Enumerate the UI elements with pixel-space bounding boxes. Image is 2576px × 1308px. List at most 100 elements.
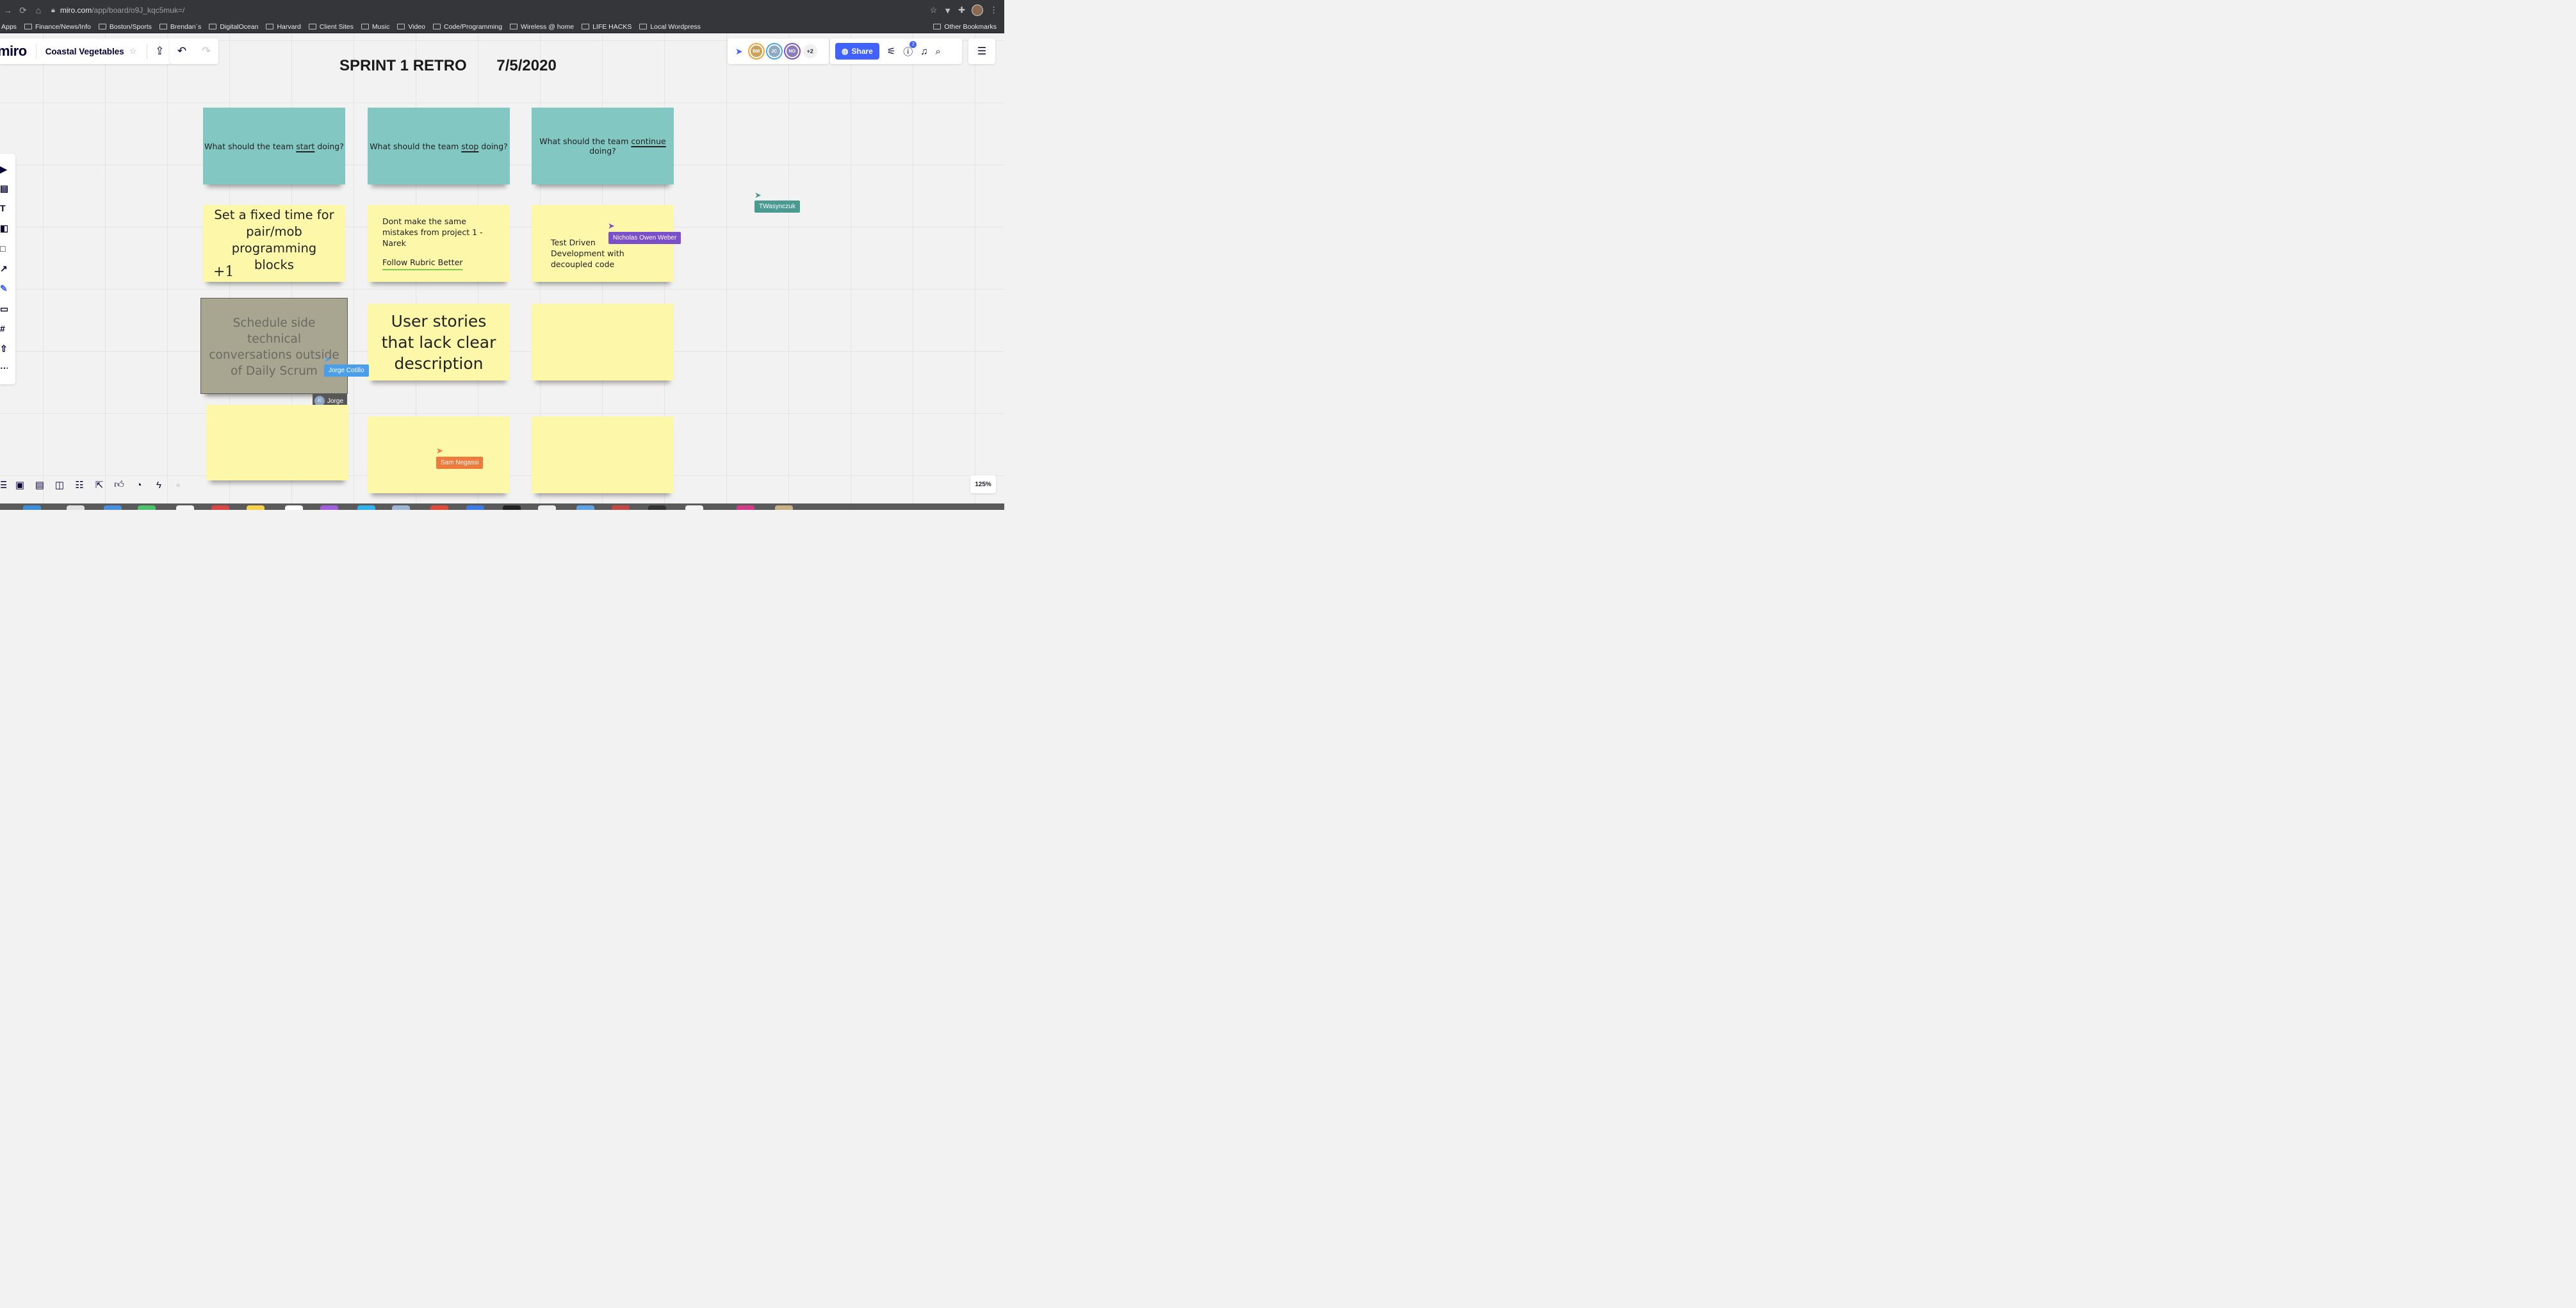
dock-app-icon[interactable]: [104, 505, 122, 510]
help-icon[interactable]: ⓘ 2: [903, 40, 917, 58]
bookmark-label: Harvard: [277, 22, 301, 31]
bookmark-star-icon[interactable]: ☆: [930, 5, 938, 15]
notes-icon[interactable]: ☰: [968, 38, 995, 64]
shape-icon[interactable]: □: [0, 243, 8, 254]
dock-app-icon[interactable]: [648, 505, 666, 510]
url-field[interactable]: 🔒︎ miro.com/app/board/o9J_kqc5muk=/: [51, 3, 930, 18]
upload-icon[interactable]: ⇧: [0, 343, 8, 354]
bookmark-folder[interactable]: Code/Programming: [433, 23, 502, 31]
export-icon[interactable]: ⇪: [147, 38, 172, 64]
bookmark-label: Code/Programming: [444, 22, 503, 31]
dock-app-icon[interactable]: [211, 505, 229, 510]
frame-icon[interactable]: #: [0, 323, 8, 334]
url-host: miro.com: [60, 6, 92, 15]
dock-app-icon[interactable]: [320, 505, 338, 510]
share-button[interactable]: ◍ Share: [835, 43, 879, 60]
select-icon[interactable]: ▶: [0, 164, 8, 175]
dock-app-icon[interactable]: [775, 505, 793, 510]
search-icon[interactable]: ⌕: [936, 46, 941, 57]
avatar[interactable]: BM: [749, 44, 763, 58]
bookmark-folder[interactable]: Local Wordpress: [639, 23, 701, 31]
miro-logo[interactable]: miro: [0, 43, 36, 60]
board-menu-icon[interactable]: ☰: [0, 479, 6, 491]
bookmark-folder[interactable]: Music: [361, 23, 389, 31]
avatar[interactable]: JC: [767, 44, 781, 58]
empty-sticky-note[interactable]: [532, 304, 674, 380]
reload-icon[interactable]: ⟳: [15, 5, 31, 16]
dock-app-icon[interactable]: [357, 505, 375, 510]
sticky-note[interactable]: User stories that lack clear description: [368, 304, 510, 380]
dock-app-icon[interactable]: [67, 505, 85, 510]
avatar[interactable]: NO: [785, 44, 799, 58]
bookmark-folder[interactable]: Finance/News/Info: [24, 23, 91, 31]
bookmark-folder[interactable]: DigitalOcean: [209, 23, 258, 31]
dock-app-icon[interactable]: [685, 505, 703, 510]
empty-sticky-note[interactable]: [206, 405, 348, 480]
dock-app-icon[interactable]: [430, 505, 448, 510]
dock-app-icon[interactable]: [176, 505, 194, 510]
pen-icon[interactable]: ✎: [0, 283, 8, 294]
dock-app-icon[interactable]: [538, 505, 556, 510]
vote-icon[interactable]: 👍︎: [113, 479, 126, 491]
connector-icon[interactable]: ↗: [0, 263, 8, 274]
comment-icon[interactable]: ▭: [0, 304, 8, 315]
list-icon[interactable]: ☷: [73, 479, 86, 491]
menu-icon[interactable]: ⋮: [990, 5, 998, 15]
redo-icon[interactable]: ↷: [194, 38, 218, 64]
templates-icon[interactable]: ▤: [0, 183, 8, 194]
cards-icon[interactable]: ◫: [53, 479, 66, 491]
home-icon[interactable]: ⌂: [31, 5, 46, 15]
dock-app-icon[interactable]: [466, 505, 484, 510]
profile-avatar[interactable]: [972, 4, 983, 16]
dock-app-icon[interactable]: [138, 505, 156, 510]
dock-app-icon[interactable]: [247, 505, 265, 510]
header-stop-sticky[interactable]: What should the team stop doing?: [368, 108, 510, 184]
forward-icon[interactable]: →: [0, 5, 15, 15]
dock-app-icon[interactable]: [503, 505, 521, 510]
undo-icon[interactable]: ↶: [170, 38, 194, 64]
share-screen-icon[interactable]: ⇱: [93, 479, 106, 491]
settings-sliders-icon[interactable]: ⚟: [887, 45, 895, 57]
presentation-icon[interactable]: ▣: [13, 479, 26, 491]
lightning-icon[interactable]: ϟ: [152, 480, 165, 491]
bookmark-folder[interactable]: Boston/Sports: [98, 23, 152, 31]
dock-app-icon[interactable]: [737, 505, 754, 510]
other-bookmarks[interactable]: Other Bookmarks: [933, 23, 997, 31]
board-title[interactable]: SPRINT 1 RETRO 7/5/2020: [339, 57, 557, 75]
sticky-note[interactable]: Set a fixed time for pair/mob programmin…: [203, 205, 345, 282]
comments-icon[interactable]: ▤: [33, 479, 46, 491]
bookmark-folder[interactable]: Client Sites: [308, 23, 354, 31]
dock-app-icon[interactable]: [392, 505, 410, 510]
dock-app-icon[interactable]: [612, 505, 630, 510]
sticky-note-icon[interactable]: ◧: [0, 223, 8, 234]
collapse-icon[interactable]: «: [176, 480, 181, 489]
bookmark-folder[interactable]: Video: [397, 23, 425, 31]
bookmark-folder[interactable]: Harvard: [266, 22, 301, 31]
extensions-icon[interactable]: ✚: [958, 5, 965, 15]
timer-icon[interactable]: ◔: [133, 480, 145, 491]
selected-sticky-note[interactable]: Schedule side technical conversations ou…: [200, 298, 348, 394]
header-text: What should the team: [204, 141, 297, 151]
bookmark-folder[interactable]: Brendan`s: [159, 23, 201, 31]
collaborators-panel: ➤ BM JC NO +2: [728, 38, 829, 64]
cursor-toggle-icon[interactable]: ➤: [735, 46, 743, 57]
bookmark-apps[interactable]: Apps: [1, 23, 17, 31]
empty-sticky-note[interactable]: [532, 416, 674, 493]
text-icon[interactable]: T: [0, 203, 8, 213]
more-collaborators[interactable]: +2: [803, 44, 817, 58]
board-name[interactable]: Coastal Vegetables: [37, 47, 129, 56]
bookmark-folder[interactable]: LIFE HACKS: [582, 23, 632, 31]
bookmark-folder[interactable]: Wireless @ home: [510, 23, 574, 31]
vivaldi-icon[interactable]: ▼: [943, 6, 952, 15]
header-start-sticky[interactable]: What should the team start doing?: [203, 108, 345, 184]
dock-app-icon[interactable]: [285, 505, 303, 510]
bell-icon[interactable]: ♫: [920, 46, 927, 57]
dock-app-icon[interactable]: [23, 505, 41, 510]
more-tools-icon[interactable]: ⋯: [0, 363, 8, 373]
sticky-note[interactable]: Dont make the same mistakes from project…: [368, 205, 510, 282]
dock-app-icon[interactable]: [576, 505, 594, 510]
header-continue-sticky[interactable]: What should the team continue doing?: [532, 108, 674, 184]
star-icon[interactable]: ☆: [129, 46, 147, 56]
folder-icon: [639, 24, 648, 29]
zoom-level[interactable]: 125%: [970, 475, 996, 493]
